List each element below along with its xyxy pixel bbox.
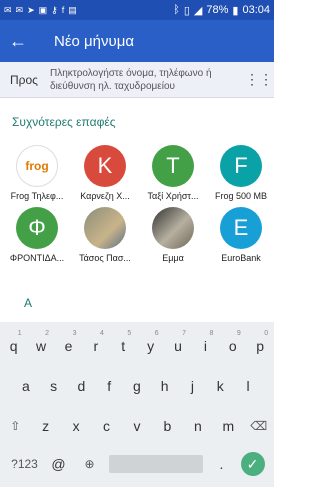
contact-name: Ταξί Χρήστ... <box>147 191 199 201</box>
contact-item[interactable]: Εμμα <box>139 207 207 263</box>
bluetooth-icon: ᛒ <box>173 4 180 16</box>
key[interactable]: z <box>34 418 58 434</box>
alphabet-section-header: Α <box>24 296 33 310</box>
recipient-row: Προς Πληκτρολογήστε όνομα, τηλέφωνο ή δι… <box>0 62 274 98</box>
contact-item[interactable]: frog Frog Τηλεφ... <box>3 145 71 201</box>
contact-item[interactable]: Κ Καρνεζη Χ... <box>71 145 139 201</box>
key[interactable]: t <box>111 338 135 354</box>
recipient-input[interactable]: Πληκτρολογήστε όνομα, τηλέφωνο ή διεύθυν… <box>50 67 244 93</box>
key[interactable]: c <box>95 418 119 434</box>
avatar <box>84 207 126 249</box>
photo-icon: ▣ <box>38 4 48 15</box>
recent-contacts-header: Συχνότερες επαφές <box>12 115 116 129</box>
key[interactable]: w <box>29 338 53 354</box>
shift-icon[interactable]: ⇧ <box>3 419 27 433</box>
key[interactable]: x <box>64 418 88 434</box>
contact-name: Καρνεζη Χ... <box>80 191 130 201</box>
contact-item[interactable]: Τάσος Πασ... <box>71 207 139 263</box>
key-icon: ⚷ <box>51 4 58 15</box>
avatar: Κ <box>84 145 126 187</box>
key[interactable]: h <box>153 378 177 394</box>
notification-icons: ✉ ✉ ➤ ▣ ⚷ f ▤ <box>4 5 77 16</box>
contact-name: Frog 500 MB <box>214 191 268 201</box>
contact-name: Εμμα <box>162 253 184 263</box>
key[interactable]: q <box>2 338 26 354</box>
checkmark-icon[interactable]: ✓ <box>240 452 265 476</box>
key[interactable]: u <box>166 338 190 354</box>
key[interactable]: s <box>42 378 66 394</box>
avatar <box>152 207 194 249</box>
key[interactable]: l <box>236 378 260 394</box>
keyboard-row-4: ?123 @ ⊕ . ✓ <box>0 452 274 476</box>
key[interactable]: k <box>208 378 232 394</box>
page-title: Νέο μήνυμα <box>54 32 135 50</box>
key[interactable]: g <box>125 378 149 394</box>
dialpad-icon[interactable]: ⋮⋮ <box>244 71 274 88</box>
contact-item[interactable]: Φ ΦΡΟΝΤΙΔΑ... <box>3 207 71 263</box>
contact-name: Τάσος Πασ... <box>79 253 131 263</box>
key[interactable]: n <box>186 418 210 434</box>
keyboard-row-1: 1q 2w 3e 4r 5t 6y 7u 8i 9o 0p <box>0 330 274 354</box>
avatar: frog <box>16 145 58 187</box>
key[interactable]: y <box>139 338 163 354</box>
to-label: Προς <box>10 72 38 87</box>
keyboard-row-2: a s d f g h j k l <box>0 378 274 394</box>
key[interactable]: i <box>193 338 217 354</box>
contact-item[interactable]: F Frog 500 MB <box>207 145 275 201</box>
period-key[interactable]: . <box>210 456 234 472</box>
battery-level: 78% <box>206 4 229 16</box>
backspace-icon[interactable]: ⌫ <box>247 419 271 433</box>
signal-icon: ◢ <box>193 4 203 17</box>
keyboard: 1q 2w 3e 4r 5t 6y 7u 8i 9o 0p a s d f g … <box>0 322 274 487</box>
at-key[interactable]: @ <box>47 456 71 472</box>
vibrate-icon: ▯ <box>183 4 190 17</box>
key[interactable]: m <box>216 418 240 434</box>
key[interactable]: e <box>56 338 80 354</box>
facebook-icon: f <box>61 4 65 15</box>
key[interactable]: p <box>248 338 272 354</box>
key[interactable]: d <box>69 378 93 394</box>
avatar: E <box>220 207 262 249</box>
contacts-grid: frog Frog Τηλεφ... Κ Καρνεζη Χ... Τ Ταξί… <box>0 145 274 263</box>
app-bar: ← Νέο μήνυμα <box>0 20 274 62</box>
contact-name: EuroBank <box>221 253 261 263</box>
globe-icon[interactable]: ⊕ <box>78 457 102 471</box>
status-bar: ✉ ✉ ➤ ▣ ⚷ f ▤ ᛒ ▯ ◢ 78% ▮ 03:04 <box>0 0 274 20</box>
key[interactable]: v <box>125 418 149 434</box>
contact-item[interactable]: Τ Ταξί Χρήστ... <box>139 145 207 201</box>
contact-item[interactable]: E EuroBank <box>207 207 275 263</box>
key[interactable]: r <box>84 338 108 354</box>
back-arrow-icon[interactable]: ← <box>0 31 36 52</box>
keyboard-row-3: ⇧ z x c v b n m ⌫ <box>0 418 274 434</box>
clock: 03:04 <box>242 4 270 16</box>
key[interactable]: b <box>155 418 179 434</box>
space-bar[interactable] <box>108 455 203 473</box>
contact-name: ΦΡΟΝΤΙΔΑ... <box>9 253 65 263</box>
key[interactable]: f <box>97 378 121 394</box>
message-icon: ✉ <box>15 4 24 15</box>
email-icon: ✉ <box>4 4 12 15</box>
avatar: Φ <box>16 207 58 249</box>
battery-icon: ▮ <box>232 4 239 17</box>
contact-name: Frog Τηλεφ... <box>10 191 64 201</box>
key[interactable]: j <box>180 378 204 394</box>
symbols-key[interactable]: ?123 <box>10 457 40 471</box>
key[interactable]: a <box>14 378 38 394</box>
avatar: Τ <box>152 145 194 187</box>
key[interactable]: o <box>221 338 245 354</box>
avatar: F <box>220 145 262 187</box>
send-icon: ➤ <box>27 4 35 15</box>
gallery-icon: ▤ <box>68 4 77 15</box>
